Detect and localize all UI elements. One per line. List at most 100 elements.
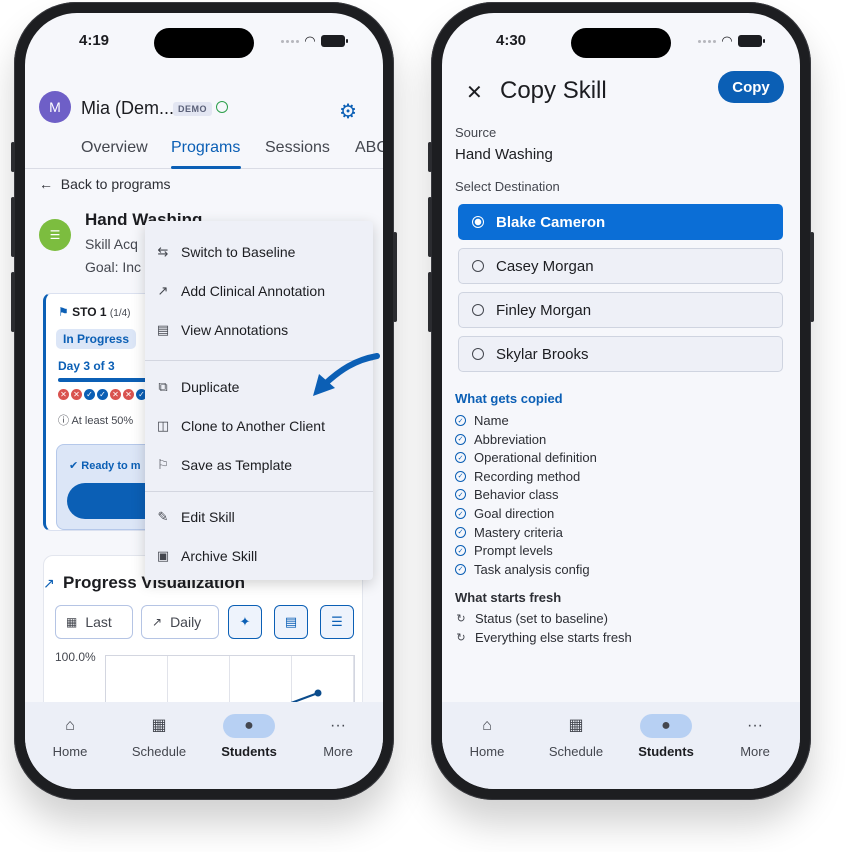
y-axis-label: 100.0%	[55, 650, 96, 664]
back-label: Back to programs	[60, 176, 171, 192]
menu-item-clone[interactable]: ◫ Clone to Another Client	[145, 407, 373, 445]
destination-option-casey-morgan[interactable]: Casey Morgan	[458, 248, 783, 284]
date-range-button[interactable]: ▦ Last	[55, 605, 133, 639]
interval-button[interactable]: ↗ Daily	[141, 605, 219, 639]
radio-icon	[472, 260, 484, 272]
nav-schedule[interactable]: ▦ Schedule	[124, 714, 194, 759]
list-item-label: Mastery criteria	[474, 524, 563, 540]
swap-icon: ⇆	[157, 244, 169, 259]
list-item: ✓ Mastery criteria	[455, 525, 563, 540]
nav-home[interactable]: ⌂ Home	[452, 714, 522, 759]
copied-section-title: What gets copied	[455, 391, 563, 406]
menu-item-archive-skill[interactable]: ▣ Archive Skill	[145, 537, 373, 575]
menu-item-view-annotations[interactable]: ▤ View Annotations	[145, 311, 373, 349]
tab-bar: Overview Programs Sessions ABC	[25, 129, 383, 169]
check-circle-icon: ✓	[455, 489, 466, 501]
copy-button[interactable]: Copy	[718, 71, 784, 103]
chart-settings-button[interactable]: ☰	[320, 605, 354, 639]
phone-right: 4:30 ◠ ✕ Copy Skill Copy Source Hand Was…	[428, 2, 814, 800]
tab-abc[interactable]: ABC	[355, 139, 383, 157]
nav-label: Home	[52, 744, 88, 759]
nav-more[interactable]: ··· More	[303, 714, 373, 759]
copy-icon: ⧉	[158, 379, 168, 394]
power-button	[393, 232, 397, 322]
option-label: Finley Morgan	[496, 301, 592, 319]
mute-switch	[11, 142, 15, 172]
home-icon: ⌂	[482, 717, 492, 734]
menu-item-add-annotation[interactable]: ↗ Add Clinical Annotation	[145, 272, 373, 310]
progress-point	[314, 689, 322, 697]
list-item: ↻ Everything else starts fresh	[455, 630, 631, 645]
report-button[interactable]: ▤	[274, 605, 308, 639]
nav-schedule[interactable]: ▦ Schedule	[541, 714, 611, 759]
tab-overview[interactable]: Overview	[81, 139, 148, 157]
sto-day: Day 3 of 3	[58, 359, 115, 373]
sto-header: ⚑ STO 1 (1/4)	[58, 305, 130, 319]
client-name: Mia (Dem...	[81, 98, 175, 118]
bottom-navigation: ⌂ Home ▦ Schedule ● Students ··· More	[25, 702, 383, 789]
check-circle-icon: ✓	[455, 545, 466, 557]
home-icon: ⌂	[65, 717, 75, 734]
destination-option-skylar-brooks[interactable]: Skylar Brooks	[458, 336, 783, 372]
source-label: Source	[455, 125, 497, 140]
menu-item-edit-skill[interactable]: ✎ Edit Skill	[145, 498, 373, 536]
wifi-icon: ◠	[305, 33, 315, 48]
menu-item-switch-baseline[interactable]: ⇆ Switch to Baseline	[145, 233, 373, 271]
pencil-icon: ✎	[157, 509, 169, 524]
bottom-navigation: ⌂ Home ▦ Schedule ● Students ··· More	[442, 702, 800, 789]
battery-icon	[738, 35, 765, 47]
nav-students[interactable]: ● Students	[214, 714, 284, 759]
radio-icon	[472, 348, 484, 360]
pointer-arrow-icon	[313, 353, 380, 396]
destination-option-finley-morgan[interactable]: Finley Morgan	[458, 292, 783, 328]
list-item: ✓ Operational definition	[455, 450, 597, 465]
interval-label: Daily	[170, 614, 202, 630]
gear-icon[interactable]: ⚙	[339, 99, 357, 124]
skill-subtitle: Skill Acq	[85, 236, 138, 252]
calendar-icon: ▦	[66, 615, 78, 629]
back-to-programs-link[interactable]: ← Back to programs	[39, 176, 171, 192]
archive-icon: ▣	[156, 548, 170, 563]
check-circle-icon: ✓	[455, 415, 466, 426]
check-circle-icon: ✓	[455, 470, 466, 482]
nav-label: More	[323, 744, 353, 759]
nav-label: Schedule	[131, 744, 187, 759]
trend-icon: ↗	[157, 283, 169, 298]
nav-home[interactable]: ⌂ Home	[35, 714, 105, 759]
list-item: ↻ Status (set to baseline)	[455, 611, 608, 626]
menu-label: Save as Template	[181, 457, 293, 473]
avatar[interactable]: M	[39, 91, 71, 123]
nav-label: Students	[221, 744, 277, 759]
dynamic-island	[154, 28, 254, 58]
destination-option-blake-cameron[interactable]: Blake Cameron	[458, 204, 783, 240]
list-icon: ▤	[156, 322, 170, 337]
option-label: Blake Cameron	[496, 213, 606, 231]
x-mark-icon: ✕	[123, 389, 134, 400]
menu-label: Archive Skill	[181, 548, 258, 564]
calendar-icon: ▦	[151, 717, 167, 734]
tab-programs[interactable]: Programs	[171, 139, 240, 157]
flag-icon: ⚑	[58, 305, 69, 319]
power-button	[810, 232, 814, 322]
chart-mode-button[interactable]: ✦	[228, 605, 262, 639]
list-item-label: Recording method	[474, 468, 581, 484]
screen-right: 4:30 ◠ ✕ Copy Skill Copy Source Hand Was…	[442, 13, 800, 789]
close-icon[interactable]: ✕	[466, 80, 483, 105]
check-circle-icon: ✔	[69, 460, 79, 472]
sto-count: (1/4)	[109, 308, 131, 319]
ready-text: ✔ Ready to m	[69, 459, 141, 472]
nav-more[interactable]: ··· More	[720, 714, 790, 759]
list-item: ✓ Name	[455, 413, 509, 428]
nav-label: Students	[638, 744, 694, 759]
tab-sessions[interactable]: Sessions	[265, 139, 330, 157]
menu-item-save-template[interactable]: ⚐ Save as Template	[145, 446, 373, 484]
list-item-label: Abbreviation	[474, 431, 547, 447]
bookmark-icon: ⚐	[157, 457, 169, 472]
status-time: 4:19	[79, 32, 110, 49]
signal-icon	[281, 39, 299, 43]
skill-goal: Goal: Inc	[85, 259, 142, 275]
list-item-label: Behavior class	[474, 487, 559, 503]
refresh-icon: ↻	[456, 613, 466, 625]
sto-label: STO 1	[72, 305, 107, 319]
nav-students[interactable]: ● Students	[631, 714, 701, 759]
